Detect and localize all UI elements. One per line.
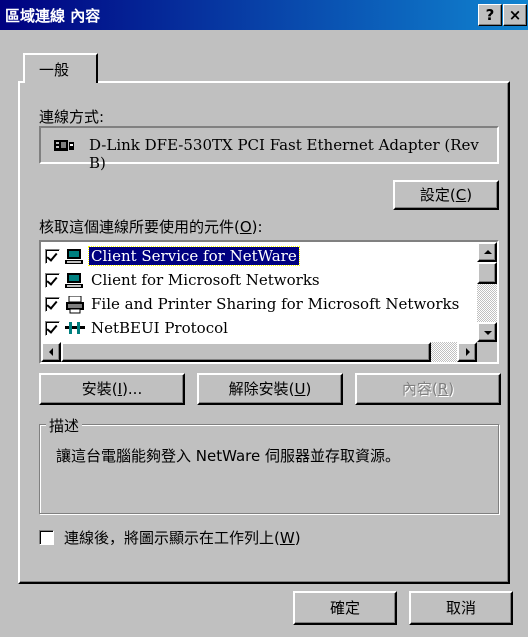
cancel-button[interactable]: 取消 (409, 591, 513, 625)
component-label: Client Service for NetWare (88, 246, 300, 266)
printer-sharing-icon (66, 296, 84, 314)
show-icon-accel-key: W (279, 529, 295, 547)
install-button[interactable]: 安裝(I)... (39, 373, 185, 405)
component-checkbox[interactable] (45, 273, 60, 288)
tab-general[interactable]: 一般 (23, 53, 98, 83)
show-icon-checkbox[interactable] (39, 530, 54, 545)
components-label: 核取這個連線所要使用的元件(O): (39, 216, 263, 237)
properties-accel-key: R (437, 380, 449, 398)
network-adapter-icon (54, 140, 74, 151)
configure-button[interactable]: 設定(C) (393, 180, 499, 210)
description-group (39, 424, 499, 514)
uninstall-button[interactable]: 解除安裝(U) (197, 373, 343, 405)
uninstall-accel-key: U (294, 380, 306, 398)
ok-label: 確定 (329, 599, 360, 617)
arrow-left-icon (49, 348, 53, 356)
install-label-close: )... (122, 380, 143, 398)
close-button[interactable]: × (503, 4, 527, 26)
protocol-icon (65, 322, 85, 334)
uninstall-label-close: ) (305, 380, 312, 398)
show-icon-label-text: 連線後，將圖示顯示在工作列上( (64, 529, 280, 547)
configure-label-close: ) (466, 186, 473, 204)
component-checkbox[interactable] (45, 321, 60, 336)
scroll-up-button[interactable] (477, 242, 497, 262)
show-icon-label[interactable]: 連線後，將圖示顯示在工作列上(W) (64, 527, 301, 548)
tab-general-label: 一般 (39, 61, 70, 79)
arrow-up-icon (484, 250, 492, 254)
scroll-left-button[interactable] (41, 342, 61, 362)
components-accel-key: O (239, 218, 252, 236)
help-button[interactable]: ? (478, 4, 502, 26)
scroll-thumb[interactable] (477, 262, 497, 284)
network-client-icon (65, 249, 83, 264)
component-label: Client for Microsoft Networks (91, 271, 320, 289)
component-checkbox[interactable] (45, 249, 60, 264)
properties-button[interactable]: 內容(R) (355, 373, 501, 405)
configure-label: 設定( (419, 186, 456, 204)
description-title: 描述 (46, 415, 83, 436)
title-bar[interactable]: 區域連線 內容 ? × (0, 0, 528, 30)
arrow-right-icon (466, 348, 470, 356)
vertical-scrollbar[interactable] (477, 242, 497, 342)
scroll-thumb-horizontal[interactable] (61, 342, 431, 362)
window-title: 區域連線 內容 (5, 7, 101, 25)
install-label: 安裝( (81, 380, 118, 398)
properties-label-close: ) (448, 380, 455, 398)
component-checkbox[interactable] (45, 297, 60, 312)
adapter-name: D-Link DFE-530TX PCI Fast Ethernet Adapt… (89, 136, 479, 172)
scrollbar-corner (477, 342, 497, 362)
scroll-down-button[interactable] (477, 322, 497, 342)
scroll-right-button[interactable] (457, 342, 477, 362)
show-icon-label-close: ) (294, 529, 301, 547)
local-area-connection-properties-dialog: 區域連線 內容 ? × 一般 連線方式: D-Link DFE-530TX PC… (0, 0, 528, 637)
description-text: 讓這台電腦能夠登入 NetWare 伺服器並存取資源。 (56, 447, 400, 465)
components-label-close: ): (251, 218, 263, 236)
components-list[interactable]: Client Service for NetWare Client for Mi… (39, 240, 499, 364)
arrow-down-icon (484, 331, 492, 335)
connect-using-label: 連線方式: (39, 108, 105, 126)
uninstall-label: 解除安裝( (228, 380, 295, 398)
components-label-text: 核取這個連線所要使用的元件( (39, 218, 240, 236)
component-label: File and Printer Sharing for Microsoft N… (91, 295, 460, 313)
horizontal-scrollbar[interactable] (41, 342, 477, 362)
ok-button[interactable]: 確定 (293, 591, 397, 625)
configure-accel-key: C (455, 186, 467, 204)
properties-label: 內容( (401, 380, 438, 398)
network-client-icon (65, 273, 83, 288)
component-label: NetBEUI Protocol (91, 319, 228, 337)
cancel-label: 取消 (445, 599, 476, 617)
adapter-field: D-Link DFE-530TX PCI Fast Ethernet Adapt… (39, 126, 499, 172)
